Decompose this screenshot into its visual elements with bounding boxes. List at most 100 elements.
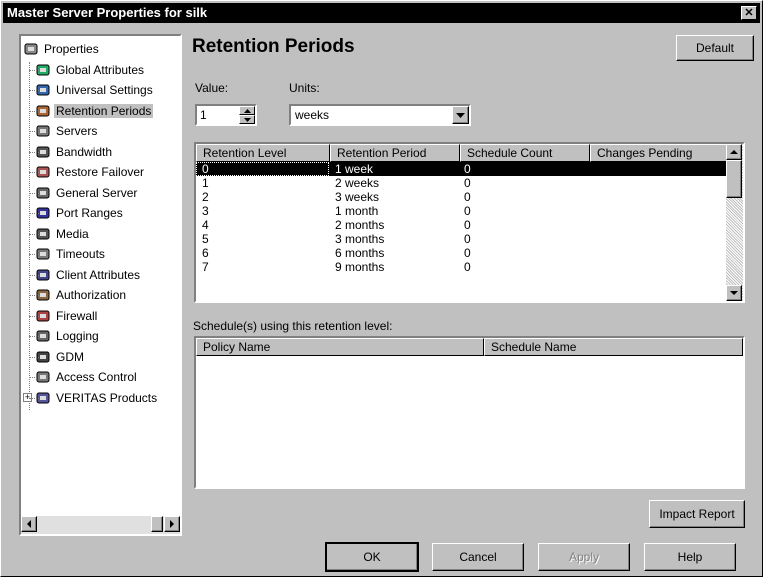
table-cell: 7 [202, 260, 209, 274]
retention-table[interactable]: Retention Level Retention Period Schedule … [194, 142, 745, 303]
table-cell: 6 [202, 246, 209, 260]
arrow-right-icon [170, 520, 174, 528]
scroll-down-button[interactable] [726, 285, 742, 301]
schedules-table[interactable]: Policy Name Schedule Name [194, 336, 745, 489]
table-cell: 3 [202, 204, 209, 218]
tree-item-label: Client Attributes [56, 267, 141, 282]
tree-item-label: Media [56, 226, 89, 241]
decrement-button[interactable] [239, 115, 255, 124]
scroll-up-button[interactable] [726, 144, 742, 160]
table-row[interactable]: 6 6 months 0 [196, 246, 726, 260]
tree-connector [29, 356, 39, 358]
ok-button[interactable]: OK [325, 542, 419, 572]
apply-button[interactable]: Apply [538, 543, 630, 571]
value-stepper[interactable]: 1 [195, 104, 257, 126]
column-header[interactable]: Policy Name [196, 338, 484, 356]
retention-table-body: 01 week 0 1 2 weeks 0 2 3 weeks 0 3 1 month 0 4 2 mo… [196, 162, 726, 274]
table-cell [587, 162, 726, 176]
tree-item-label: Access Control [56, 370, 137, 384]
retention-vertical-scrollbar[interactable] [726, 144, 743, 301]
table-cell: 0 [464, 176, 471, 190]
tree-horizontal-scrollbar[interactable] [21, 516, 180, 534]
default-button[interactable]: Default [676, 35, 754, 61]
column-header[interactable]: Retention Period [330, 144, 460, 162]
table-cell [587, 204, 726, 218]
tree-item-logging[interactable]: Logging [35, 327, 101, 345]
table-row[interactable]: 0 1 week 0 [196, 162, 726, 176]
scroll-left-button[interactable] [21, 516, 37, 532]
tree-connector [29, 274, 39, 276]
tree-item-properties[interactable]: Properties [23, 40, 101, 58]
table-cell: 3 weeks [335, 190, 380, 204]
table-cell: 3 months [335, 232, 385, 246]
units-dropdown-button[interactable] [452, 106, 469, 124]
units-label: Units: [289, 81, 320, 95]
close-button[interactable]: ✕ [741, 6, 757, 20]
table-row[interactable]: 7 9 months 0 [196, 260, 726, 274]
increment-button[interactable] [239, 106, 255, 115]
impact-report-label: Impact Report [659, 507, 735, 521]
tree-item-bandwidth[interactable]: Bandwidth [35, 143, 114, 161]
tree-item-label: General Server [56, 185, 138, 200]
arrow-up-icon [730, 150, 738, 154]
impact-report-button[interactable]: Impact Report [649, 500, 745, 528]
scroll-thumb[interactable] [726, 160, 742, 198]
tree-item-veritas-products[interactable]: + VERITAS Products [23, 389, 159, 407]
help-button[interactable]: Help [644, 543, 736, 571]
scroll-thumb[interactable] [151, 516, 163, 532]
table-row[interactable]: 5 3 months 0 [196, 232, 726, 246]
column-header[interactable]: Retention Level [196, 144, 330, 162]
page-title: Retention Periods [192, 36, 355, 57]
properties-icon [23, 41, 39, 57]
units-dropdown[interactable]: weeks [289, 104, 471, 126]
tree-item-label: Bandwidth [56, 144, 113, 159]
tree-item-client-attributes[interactable]: Client Attributes [35, 266, 142, 284]
table-row[interactable]: 3 1 month 0 [196, 204, 726, 218]
table-cell: 0 [464, 204, 471, 218]
table-cell: 0 [464, 232, 471, 246]
table-row[interactable]: 2 3 weeks 0 [196, 190, 726, 204]
column-header[interactable]: Schedule Count [460, 144, 590, 162]
table-cell [587, 176, 726, 190]
tree-connector [29, 62, 30, 410]
tree-item-media[interactable]: Media [35, 225, 91, 243]
tree-item-access-control[interactable]: Access Control [35, 368, 139, 386]
tree-item-servers[interactable]: Servers [35, 122, 99, 140]
scroll-right-button[interactable] [164, 516, 180, 532]
cancel-button[interactable]: Cancel [432, 543, 524, 571]
tree-item-universal-settings[interactable]: Universal Settings [35, 81, 155, 99]
tree-item-label: Restore Failover [56, 165, 145, 179]
table-cell: 6 months [335, 246, 385, 260]
help-label: Help [677, 550, 703, 564]
ok-label: OK [363, 550, 381, 564]
table-cell: 0 [464, 218, 471, 232]
tree-item-firewall[interactable]: Firewall [35, 307, 99, 325]
column-header[interactable]: Schedule Name [484, 338, 743, 356]
tree-connector [29, 377, 39, 378]
tree-connector [29, 213, 39, 214]
tree-item-label: GDM [56, 349, 84, 364]
title-bar[interactable]: Master Server Properties for silk ✕ [3, 3, 760, 23]
table-row[interactable]: 4 2 months 0 [196, 218, 726, 232]
table-cell: 2 weeks [335, 176, 380, 190]
tree-connector [29, 295, 39, 296]
tree-connector [29, 131, 39, 132]
tree-item-restore-failover[interactable]: Restore Failover [35, 163, 146, 181]
table-cell: 0 [464, 260, 471, 274]
tree-item-label: Timeouts [56, 247, 105, 261]
properties-tree[interactable]: Properties Global Attributes Universal Set… [19, 34, 182, 536]
value-field[interactable]: 1 [200, 108, 207, 122]
tree-item-gdm[interactable]: GDM [35, 348, 86, 366]
tree-item-timeouts[interactable]: Timeouts [35, 245, 107, 263]
tree-item-label: Authorization [56, 288, 127, 302]
tree-item-general-server[interactable]: General Server [35, 184, 139, 202]
column-header[interactable]: Changes Pending [590, 144, 730, 162]
tree-item-global-attributes[interactable]: Global Attributes [35, 61, 146, 79]
tree-item-port-ranges[interactable]: Port Ranges [35, 204, 125, 222]
tree-item-label: Servers [56, 124, 98, 138]
tree-item-authorization[interactable]: Authorization [35, 286, 128, 304]
tree-item-retention-periods[interactable]: Retention Periods [35, 102, 154, 120]
table-row[interactable]: 1 2 weeks 0 [196, 176, 726, 190]
table-cell [587, 218, 726, 232]
tree-item-label: Global Attributes [56, 62, 145, 77]
